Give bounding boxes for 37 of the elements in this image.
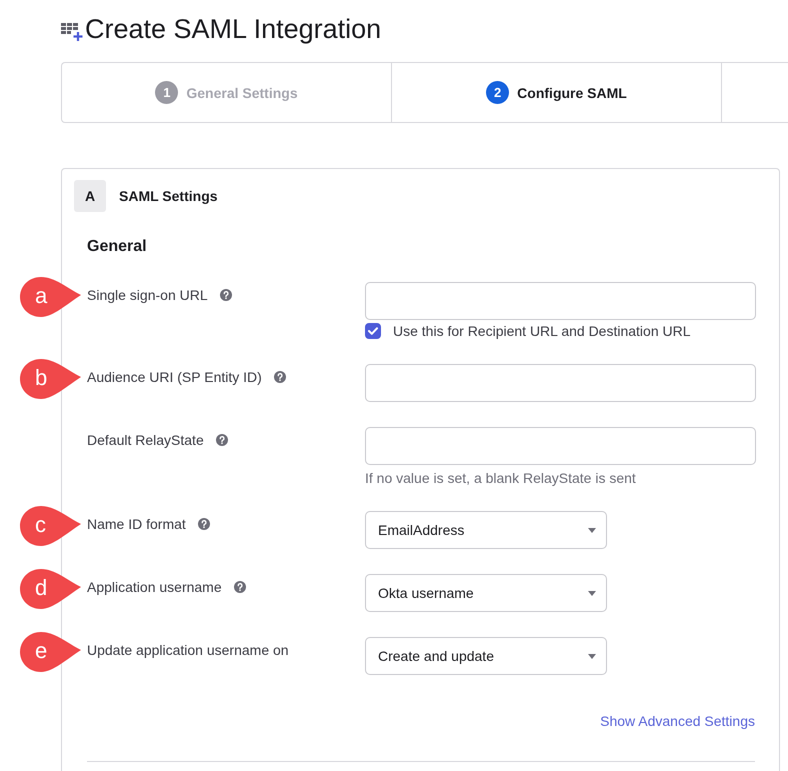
step-number: 2 — [486, 81, 510, 104]
input-field[interactable] — [365, 282, 756, 320]
checkbox[interactable] — [365, 323, 381, 339]
field-label: Audience URI (SP Entity ID) — [87, 368, 262, 386]
field-label: Application username — [87, 578, 222, 596]
help-icon[interactable] — [220, 289, 232, 301]
caret-icon — [588, 528, 596, 532]
help-icon[interactable] — [234, 581, 246, 593]
section-title: SAML Settings — [119, 188, 218, 204]
help-icon[interactable] — [216, 434, 228, 446]
step-tab[interactable]: 2 Configure SAML — [392, 63, 722, 122]
step-number: 1 — [155, 81, 178, 104]
dropdown[interactable]: Okta username — [365, 574, 607, 612]
check-icon — [368, 327, 378, 335]
dropdown[interactable]: EmailAddress — [365, 511, 607, 549]
caret-icon — [588, 590, 596, 596]
checkbox-label: Use this for Recipient URL and Destination URL — [393, 323, 691, 339]
callout-marker: c — [17, 503, 83, 549]
caret-icon — [588, 654, 596, 658]
advanced-settings-link[interactable]: Show Advanced Settings — [600, 713, 755, 729]
input-field[interactable] — [365, 427, 756, 465]
callout-marker: b — [17, 356, 83, 402]
section-letter: A — [74, 180, 106, 212]
callout-marker: a — [17, 274, 83, 320]
callout-marker: d — [17, 566, 83, 612]
input-field[interactable] — [365, 364, 756, 402]
field-label: Single sign-on URL — [87, 286, 208, 304]
dropdown[interactable]: Create and update — [365, 637, 607, 675]
help-icon[interactable] — [198, 518, 210, 530]
callout-marker: e — [17, 629, 83, 675]
field-label: Update application username on — [87, 641, 289, 659]
group-heading: General — [87, 238, 148, 256]
page-title: Create SAML Integration — [85, 14, 382, 45]
field-label: Default RelayState — [87, 431, 204, 449]
field-label: Name ID format — [87, 515, 186, 533]
field-hint: If no value is set, a blank RelayState is sent — [365, 470, 637, 486]
help-icon[interactable] — [274, 371, 286, 383]
